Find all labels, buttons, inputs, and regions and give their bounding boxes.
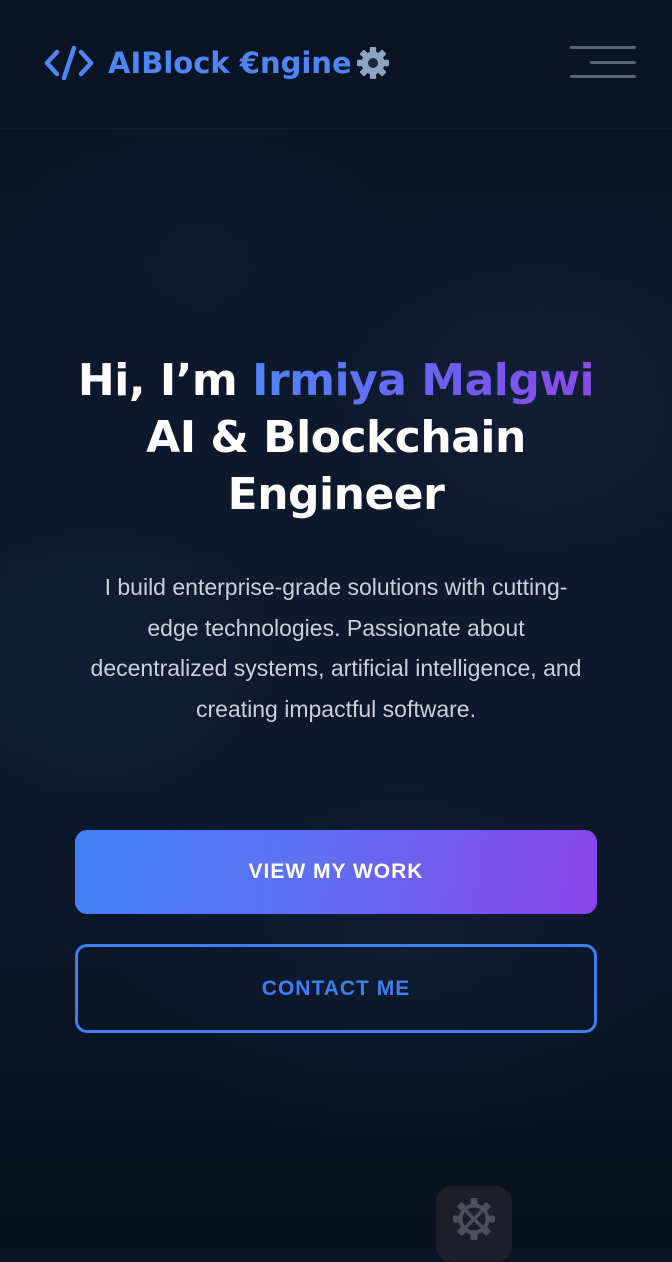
hero-description: I build enterprise-grade solutions with … <box>90 574 582 722</box>
hero-role-line-1: AI & Blockchain <box>146 412 526 463</box>
view-my-work-label: VIEW MY WORK <box>248 860 424 883</box>
settings-tools-icon <box>453 1198 495 1240</box>
hero-role-line-2: Engineer <box>227 469 445 520</box>
hamburger-menu-icon[interactable] <box>566 46 636 78</box>
site-logo[interactable]: AIBlock €ngine <box>44 44 390 82</box>
floating-settings-button[interactable] <box>436 1186 512 1262</box>
contact-me-button[interactable]: CONTACT ME <box>75 944 597 1033</box>
hero-greeting: Hi, I’m <box>77 355 253 406</box>
hero-name: Irmiya Malgwi <box>252 355 595 406</box>
contact-me-label: CONTACT ME <box>261 976 411 1000</box>
hero-headline: Hi, I’m Irmiya Malgwi AI & Blockchain En… <box>0 352 672 523</box>
view-my-work-button[interactable]: VIEW MY WORK <box>75 830 597 914</box>
site-header: AIBlock €ngine <box>0 0 672 129</box>
gear-icon <box>356 47 389 79</box>
menu-line <box>570 75 636 78</box>
hero-section: Hi, I’m Irmiya Malgwi AI & Blockchain En… <box>0 352 672 729</box>
menu-line <box>570 46 636 49</box>
menu-line <box>590 60 636 64</box>
logo-text: AIBlock €ngine <box>108 46 352 80</box>
code-brackets-icon <box>44 45 94 81</box>
